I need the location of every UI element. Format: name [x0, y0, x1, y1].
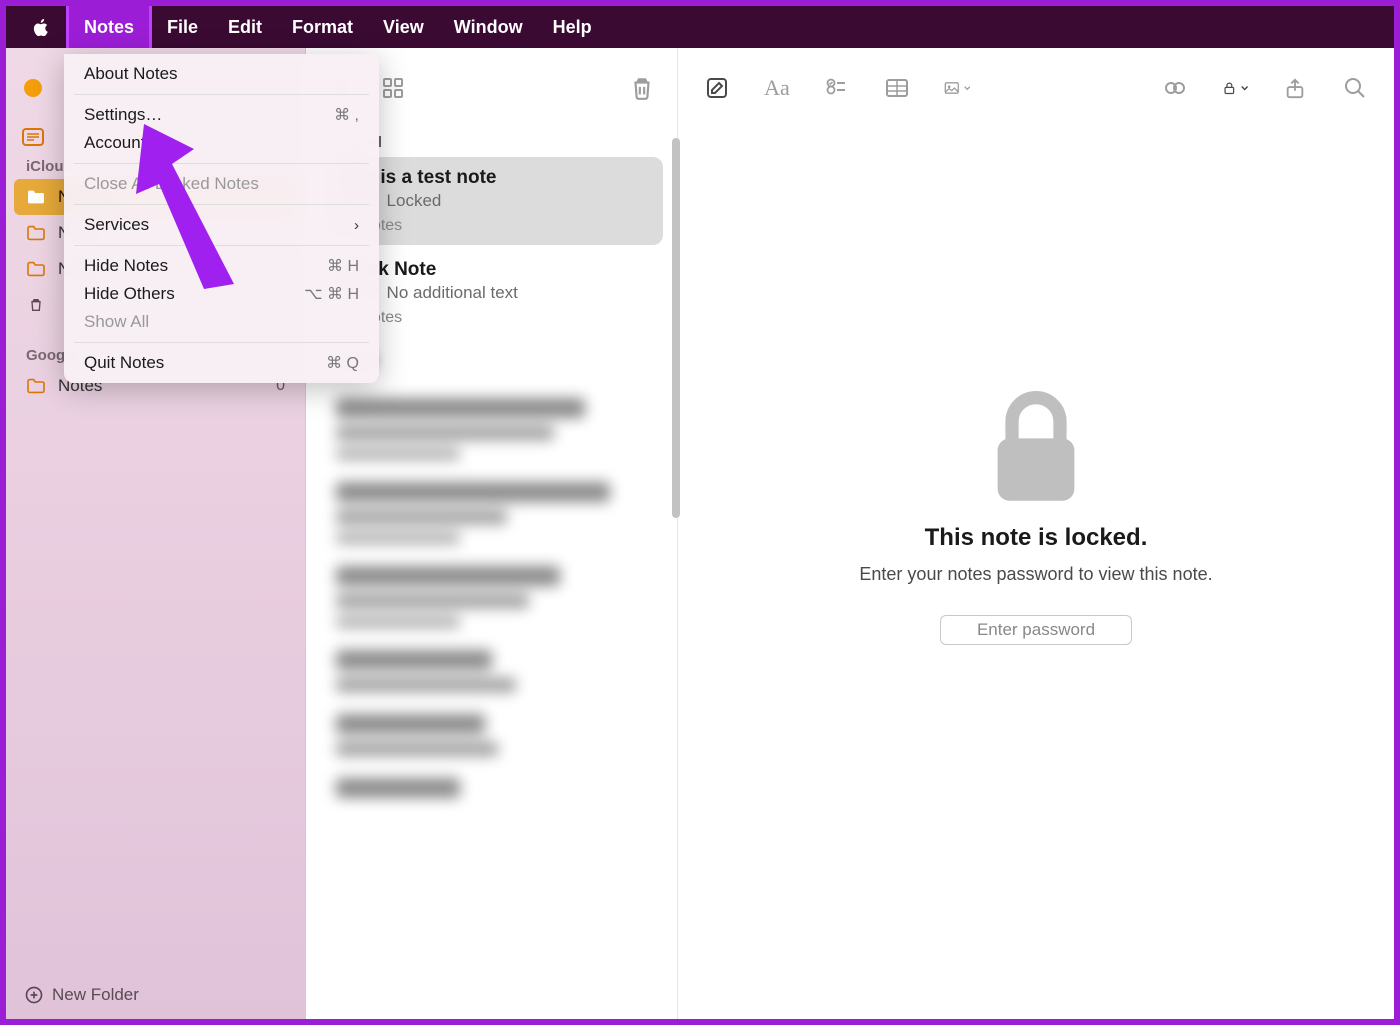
note-title: Quick Note [336, 259, 647, 281]
trash-icon [26, 297, 46, 313]
compose-icon[interactable] [704, 75, 730, 101]
search-icon[interactable] [1342, 75, 1368, 101]
menu-notes[interactable]: Notes [66, 6, 152, 48]
note-status: No additional text [387, 283, 518, 302]
notes-menu-dropdown: About Notes Settings…⌘ , Accounts… Close… [64, 54, 379, 383]
enter-password-button[interactable]: Enter password [940, 615, 1132, 645]
chevron-down-icon [964, 84, 970, 92]
link-icon[interactable] [1162, 75, 1188, 101]
menu-close-locked: Close All Locked Notes [64, 170, 379, 198]
menu-accounts[interactable]: Accounts… [64, 129, 379, 157]
folder-icon [26, 261, 46, 277]
menu-quit[interactable]: Quit Notes⌘ Q [64, 349, 379, 377]
menu-file[interactable]: File [152, 6, 213, 48]
locked-note-pane: This note is locked. Enter your notes pa… [678, 128, 1394, 1019]
note-title: This is a test note [336, 167, 647, 189]
note-status: Locked [387, 191, 442, 210]
menu-about-notes[interactable]: About Notes [64, 60, 379, 88]
chevron-down-icon [1241, 84, 1248, 92]
grid-view-icon[interactable] [380, 75, 406, 101]
menu-hide-others[interactable]: Hide Others⌥ ⌘ H [64, 280, 379, 308]
menu-view[interactable]: View [368, 6, 439, 48]
folder-icon [26, 225, 46, 241]
locked-subtitle: Enter your notes password to view this n… [859, 564, 1212, 585]
menubar: Notes File Edit Format View Window Help [6, 6, 1394, 48]
checklist-icon[interactable] [824, 75, 850, 101]
folder-icon [26, 378, 46, 394]
menu-services[interactable]: Services› [64, 211, 379, 239]
window-minimize-button[interactable] [24, 79, 42, 97]
scrollbar[interactable] [670, 138, 680, 518]
note-editor: Aa This note is locked. Enter your notes… [678, 48, 1394, 1019]
apple-logo-icon[interactable] [16, 16, 66, 38]
format-text-icon[interactable]: Aa [764, 75, 790, 101]
lock-icon[interactable] [1222, 75, 1248, 101]
delete-note-icon[interactable] [629, 75, 655, 101]
menu-show-all: Show All [64, 308, 379, 336]
menu-hide-notes[interactable]: Hide Notes⌘ H [64, 252, 379, 280]
menu-window[interactable]: Window [439, 6, 538, 48]
menu-help[interactable]: Help [538, 6, 607, 48]
blurred-notes [320, 398, 663, 798]
share-icon[interactable] [1282, 75, 1308, 101]
editor-toolbar: Aa [678, 48, 1394, 128]
menu-format[interactable]: Format [277, 6, 368, 48]
plus-circle-icon [24, 985, 44, 1005]
folder-icon [26, 189, 46, 205]
locked-title: This note is locked. [925, 524, 1148, 552]
quicknote-icon [22, 128, 44, 146]
menu-settings[interactable]: Settings…⌘ , [64, 101, 379, 129]
new-folder-label: New Folder [52, 985, 139, 1005]
new-folder-button[interactable]: New Folder [6, 971, 305, 1019]
table-icon[interactable] [884, 75, 910, 101]
chevron-right-icon: › [354, 217, 359, 234]
menu-edit[interactable]: Edit [213, 6, 277, 48]
media-icon[interactable] [944, 75, 970, 101]
lock-large-icon [987, 388, 1085, 508]
